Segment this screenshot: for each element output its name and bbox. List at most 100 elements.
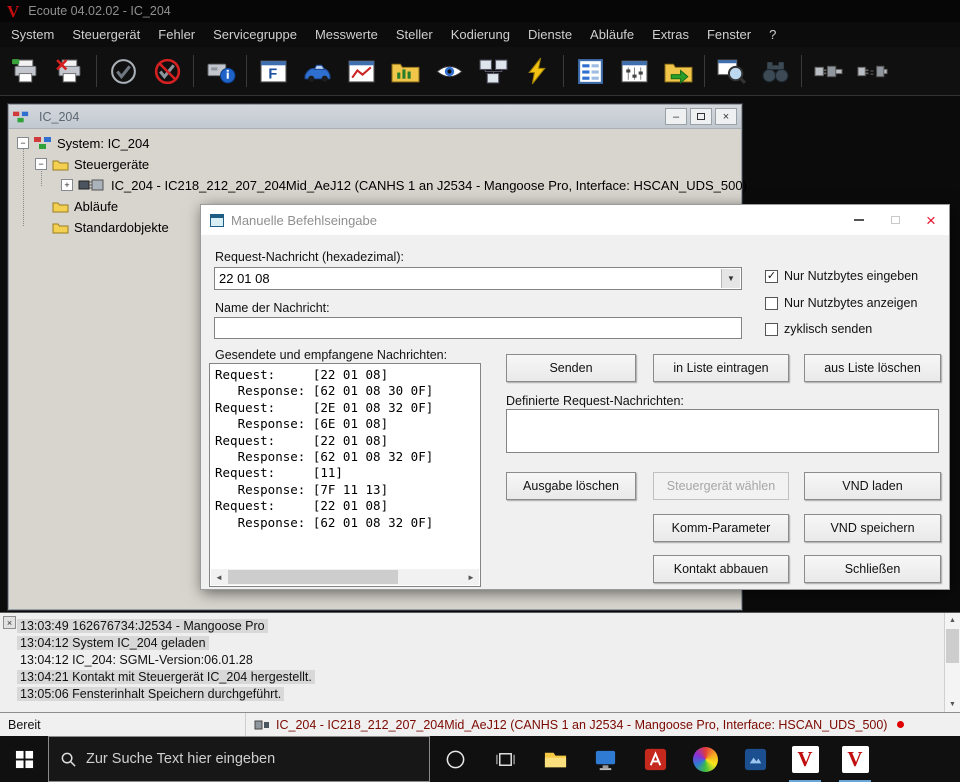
adobe-reader-button[interactable] [630,736,680,782]
log-entry[interactable]: 13:04:21 Kontakt mit Steuergerät IC_204 … [17,668,940,685]
paint-palette-button[interactable] [680,736,730,782]
menu-help[interactable]: ? [760,23,785,46]
messages-listbox[interactable]: Request: [22 01 08] Response: [62 01 08 … [209,363,481,587]
print-disconnect-button[interactable] [48,51,92,91]
connect-plug-button[interactable] [806,51,850,91]
message-line[interactable]: Request: [11] [215,465,475,481]
menu-steuergeraet[interactable]: Steuergerät [63,23,149,46]
menu-kodierung[interactable]: Kodierung [442,23,519,46]
message-line[interactable]: Response: [6E 01 08] [215,416,475,432]
check-ok-button[interactable] [101,51,145,91]
expand-icon[interactable]: + [61,179,73,191]
menu-ablaeufe[interactable]: Abläufe [581,23,643,46]
vnd-speichern-button[interactable]: VND speichern [804,514,941,542]
taskbar-search-box[interactable] [48,736,430,782]
menu-fenster[interactable]: Fenster [698,23,760,46]
vnd-laden-button[interactable]: VND laden [804,472,941,500]
message-line[interactable]: Request: [22 01 08] [215,367,475,383]
monitor-app-button[interactable] [580,736,630,782]
scroll-down-icon[interactable]: ▼ [945,697,960,712]
name-field[interactable] [214,317,742,339]
message-line[interactable]: Response: [62 01 08 32 0F] [215,449,475,465]
search-input[interactable] [86,751,386,767]
message-line[interactable]: Response: [62 01 08 30 0F] [215,383,475,399]
task-view-button[interactable] [480,736,530,782]
log-close-button[interactable]: × [3,616,16,629]
log-entry[interactable]: 13:05:06 Fensterinhalt Speichern durchge… [17,685,940,702]
app-title-bar[interactable]: V Ecoute 04.02.02 - IC_204 [0,0,960,22]
defined-requests-input[interactable] [507,410,938,452]
request-combobox[interactable]: ▼ [214,267,742,290]
close-button[interactable]: × [715,108,737,125]
menu-fehler[interactable]: Fehler [149,23,204,46]
checkbox-nur-nutzbytes-eingeben[interactable]: Nur Nutzbytes eingeben [765,269,918,283]
menu-dienste[interactable]: Dienste [519,23,581,46]
search-window-button[interactable] [709,51,753,91]
defined-requests-box[interactable] [506,409,939,453]
checkbox-box[interactable] [765,269,778,283]
dialog-title-bar[interactable]: Manuelle Befehlseingabe × [201,205,949,235]
menu-system[interactable]: System [2,23,63,46]
adjustments-button[interactable] [612,51,656,91]
checkbox-box[interactable] [765,322,778,336]
request-input[interactable] [215,268,720,289]
ecoute-app-button-1[interactable]: V [780,736,830,782]
tree-item-standardobjekte[interactable]: Standardobjekte [35,218,169,236]
message-line[interactable]: Response: [7F 11 13] [215,482,475,498]
vehicle-button[interactable] [295,51,339,91]
dialog-close-button[interactable]: × [913,205,949,235]
check-clear-button[interactable] [145,51,189,91]
window-structure-button[interactable] [471,51,515,91]
log-entry[interactable]: 13:03:49 162676734:J2534 - Mangoose Pro [17,617,940,634]
cortana-button[interactable] [430,736,480,782]
komm-parameter-button[interactable]: Komm-Parameter [653,514,789,542]
kontakt-abbauen-button[interactable]: Kontakt abbauen [653,555,789,583]
minimize-button[interactable]: – [665,108,687,125]
scroll-left-icon[interactable]: ◄ [211,569,227,585]
ausgabe-loeschen-button[interactable]: Ausgabe löschen [506,472,636,500]
dropdown-arrow-icon[interactable]: ▼ [721,269,740,288]
log-vertical-scrollbar[interactable]: ▲ ▼ [944,613,960,712]
senden-button[interactable]: Senden [506,354,636,382]
scroll-right-icon[interactable]: ► [463,569,479,585]
collapse-icon[interactable]: − [17,137,29,149]
file-explorer-button[interactable] [530,736,580,782]
start-button[interactable] [0,736,48,782]
binoculars-button[interactable] [753,51,797,91]
monitor-eye-button[interactable] [427,51,471,91]
fault-codes-button[interactable]: F [251,51,295,91]
message-line[interactable]: Request: [22 01 08] [215,498,475,514]
steuergeraet-waehlen-button[interactable]: Steuergerät wählen [653,472,789,500]
ecoute-app-button-2[interactable]: V [830,736,880,782]
export-folder-button[interactable] [656,51,700,91]
aus-liste-loeschen-button[interactable]: aus Liste löschen [804,354,941,382]
message-line[interactable]: Request: [22 01 08] [215,433,475,449]
scroll-up-icon[interactable]: ▲ [945,613,960,628]
tree-item-ablaeufe[interactable]: Abläufe [35,197,118,215]
device-info-button[interactable] [198,51,242,91]
schliessen-button[interactable]: Schließen [804,555,941,583]
tree-item-steuergeraete[interactable]: − Steuergeräte [35,155,149,173]
flash-button[interactable] [515,51,559,91]
scrollbar-thumb[interactable] [946,629,959,663]
message-line[interactable]: Response: [62 01 08 32 0F] [215,515,475,531]
message-line[interactable]: Request: [2E 01 08 32 0F] [215,400,475,416]
name-input[interactable] [215,318,741,338]
chart-folder-button[interactable] [383,51,427,91]
scrollbar-thumb[interactable] [228,570,398,584]
value-list-button[interactable] [568,51,612,91]
checkbox-box[interactable] [765,296,778,310]
log-entry[interactable]: 13:04:12 IC_204: SGML-Version:06.01.28 [17,651,940,668]
dialog-maximize-button[interactable] [877,205,913,235]
collapse-icon[interactable]: − [35,158,47,170]
checkbox-zyklisch-senden[interactable]: zyklisch senden [765,322,872,336]
ic204-title-bar[interactable]: IC_204 – × [9,105,741,129]
log-entry[interactable]: 13:04:12 System IC_204 geladen [17,634,940,651]
blue-app-button[interactable] [730,736,780,782]
dialog-minimize-button[interactable] [841,205,877,235]
menu-steller[interactable]: Steller [387,23,442,46]
measurements-button[interactable] [339,51,383,91]
checkbox-nur-nutzbytes-anzeigen[interactable]: Nur Nutzbytes anzeigen [765,296,917,310]
menu-servicegruppe[interactable]: Servicegruppe [204,23,306,46]
menu-messwerte[interactable]: Messwerte [306,23,387,46]
